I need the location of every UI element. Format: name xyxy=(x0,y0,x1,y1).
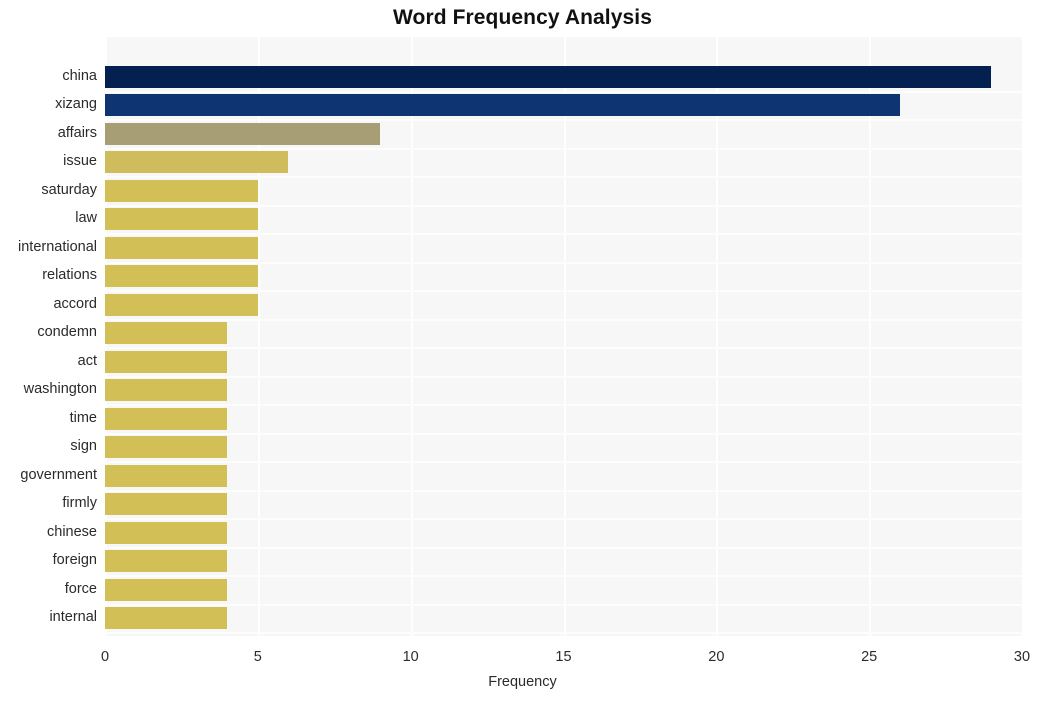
bar xyxy=(105,350,228,373)
y-tick-label: sign xyxy=(70,438,97,454)
y-tick-label: china xyxy=(62,67,97,84)
bar xyxy=(105,208,258,230)
y-tick-label: saturday xyxy=(41,181,97,198)
y-gridline xyxy=(105,546,1022,549)
y-gridline xyxy=(105,290,1022,293)
bar xyxy=(105,265,258,287)
y-gridline xyxy=(105,261,1022,264)
y-tick-label: xizang xyxy=(55,96,97,112)
y-gridline xyxy=(105,318,1022,321)
bar xyxy=(105,151,289,173)
chart-title: Word Frequency Analysis xyxy=(392,6,653,29)
bar xyxy=(105,65,992,88)
y-gridline xyxy=(105,347,1022,350)
bar xyxy=(105,578,228,601)
y-gridline xyxy=(105,518,1022,521)
bar xyxy=(105,407,228,430)
bar xyxy=(105,179,258,202)
y-gridline xyxy=(105,603,1022,606)
x-tick-label: 20 xyxy=(708,649,725,665)
y-tick-label: accord xyxy=(53,295,97,312)
x-axis-title: Frequency xyxy=(488,674,557,690)
bar xyxy=(105,436,228,458)
y-tick-label: affairs xyxy=(57,124,97,141)
y-tick-label: foreign xyxy=(52,552,97,568)
bar xyxy=(105,550,228,572)
y-tick-label: relations xyxy=(42,267,97,283)
y-gridline xyxy=(105,147,1022,150)
y-tick-label: chinese xyxy=(47,523,97,540)
bar xyxy=(105,293,258,316)
x-tick-label: 0 xyxy=(100,649,110,665)
bar xyxy=(105,464,228,487)
bar xyxy=(105,122,381,145)
y-gridline xyxy=(105,432,1022,435)
y-gridline xyxy=(105,176,1022,179)
x-tick-label: 25 xyxy=(861,649,878,665)
bar xyxy=(105,493,228,515)
bar xyxy=(105,379,228,401)
y-tick-label: condemn xyxy=(37,324,97,340)
y-tick-label: international xyxy=(18,238,97,255)
y-tick-label: force xyxy=(64,580,97,597)
y-tick-label: firmly xyxy=(62,495,97,511)
y-gridline xyxy=(105,119,1022,122)
x-gridline xyxy=(1022,37,1024,636)
bar xyxy=(105,236,258,259)
plot-area xyxy=(105,37,1024,636)
y-tick-label: law xyxy=(75,210,97,226)
y-gridline xyxy=(105,489,1022,492)
y-tick-label: internal xyxy=(49,609,97,625)
bar xyxy=(105,607,228,629)
y-gridline xyxy=(105,375,1022,378)
y-tick-label: washington xyxy=(23,381,97,397)
y-gridline xyxy=(105,90,1022,93)
x-tick-label: 15 xyxy=(555,649,572,665)
word-frequency-bar-chart: Word Frequency Analysis china xizang affai… xyxy=(0,0,1045,701)
y-gridline xyxy=(105,204,1022,207)
y-tick-label: act xyxy=(77,352,97,369)
x-tick-label: 30 xyxy=(1013,649,1031,665)
y-gridline xyxy=(105,461,1022,464)
y-tick-label: issue xyxy=(63,153,97,169)
bar xyxy=(105,322,228,344)
y-gridline xyxy=(105,404,1022,407)
y-gridline xyxy=(105,575,1022,578)
x-tick-label: 5 xyxy=(253,649,262,665)
bar xyxy=(105,94,900,116)
y-tick-label: time xyxy=(69,409,97,426)
y-tick-label: government xyxy=(20,466,97,483)
x-tick-label: 10 xyxy=(402,649,419,665)
y-gridline xyxy=(105,632,1022,635)
y-gridline xyxy=(105,233,1022,236)
bar xyxy=(105,521,228,544)
